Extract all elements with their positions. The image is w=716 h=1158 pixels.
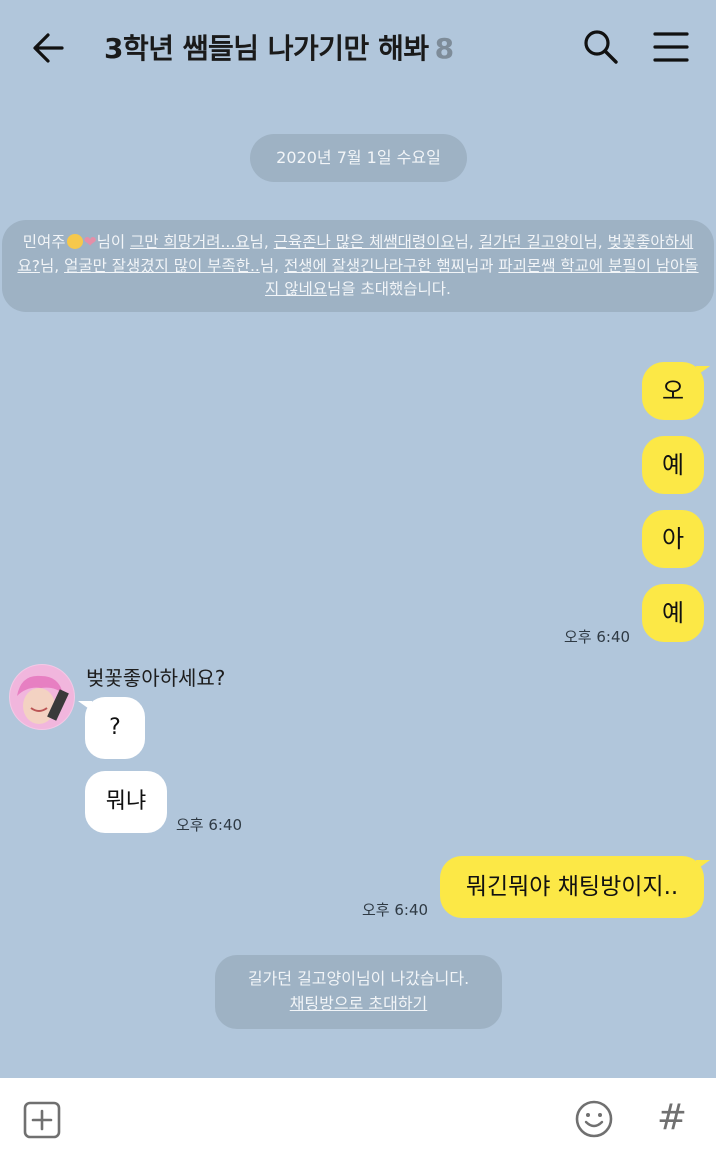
my-message-bubble[interactable]: 예 (642, 584, 704, 642)
sender-name: 벚꽃좋아하세요? (86, 666, 226, 690)
menu-button[interactable] (650, 26, 692, 68)
chat-header: 3학년 쌤들님 나가기만 해봐 8 (0, 0, 716, 96)
message-input-bar: # (0, 1078, 716, 1158)
invitee-name: 그만 희망거려...요 (130, 233, 250, 251)
search-button[interactable] (580, 26, 622, 68)
reinvite-link[interactable]: 채팅방으로 초대하기 (215, 991, 502, 1016)
invitee-name: 얼굴만 잘생겼지 많이 부족한.. (64, 256, 260, 275)
date-divider: 2020년 7월 1일 수요일 (250, 134, 467, 182)
my-message-bubble[interactable]: 뭐긴뭐야 채팅방이지.. (440, 856, 710, 918)
hamburger-menu-icon (653, 32, 689, 62)
back-button[interactable] (26, 26, 70, 70)
invitee-name: 근육존나 많은 체쌤대령이요 (273, 233, 455, 251)
chick-emoji-icon (66, 234, 83, 249)
profile-photo (9, 664, 75, 730)
hashtag-search-button[interactable]: # (652, 1096, 692, 1140)
message-timestamp: 오후 6:40 (564, 628, 631, 646)
my-message-bubble[interactable]: 예 (642, 436, 704, 494)
emoticon-button[interactable] (574, 1099, 614, 1139)
other-message-bubble[interactable]: ? (78, 697, 145, 759)
plus-square-icon (23, 1101, 61, 1139)
leave-system-message: 길가던 길고양이님이 나갔습니다. 채팅방으로 초대하기 (215, 955, 502, 1029)
arrow-left-icon (33, 33, 64, 63)
leave-notice-text: 길가던 길고양이님이 나갔습니다. (247, 969, 470, 988)
chat-title: 3학년 쌤들님 나가기만 해봐 8 (104, 27, 454, 67)
avatar[interactable] (9, 664, 75, 730)
invitee-name: 길가던 길고양이 (478, 233, 584, 251)
message-timestamp: 오후 6:40 (176, 816, 243, 834)
smiley-icon (575, 1100, 613, 1138)
my-message-bubble[interactable]: 아 (642, 510, 704, 568)
inviter-name: 민여주 (22, 233, 66, 251)
chat-room-name: 3학년 쌤들님 나가기만 해봐 (104, 32, 429, 65)
message-timestamp: 오후 6:40 (362, 901, 429, 919)
invite-system-message: 민여주 ❤님이 그만 희망거려...요님, 근육존나 많은 체쌤대령이요님, 길가… (2, 220, 714, 312)
attach-button[interactable] (22, 1100, 62, 1140)
my-message-bubble[interactable]: 오 (642, 362, 710, 420)
other-message-bubble[interactable]: 뭐냐 (85, 771, 167, 833)
member-count: 8 (434, 32, 454, 65)
invitee-name: 전생에 잘생긴나라구한 햄찌 (283, 256, 465, 275)
heart-emoji-icon: ❤ (83, 233, 97, 251)
search-icon (584, 30, 618, 64)
